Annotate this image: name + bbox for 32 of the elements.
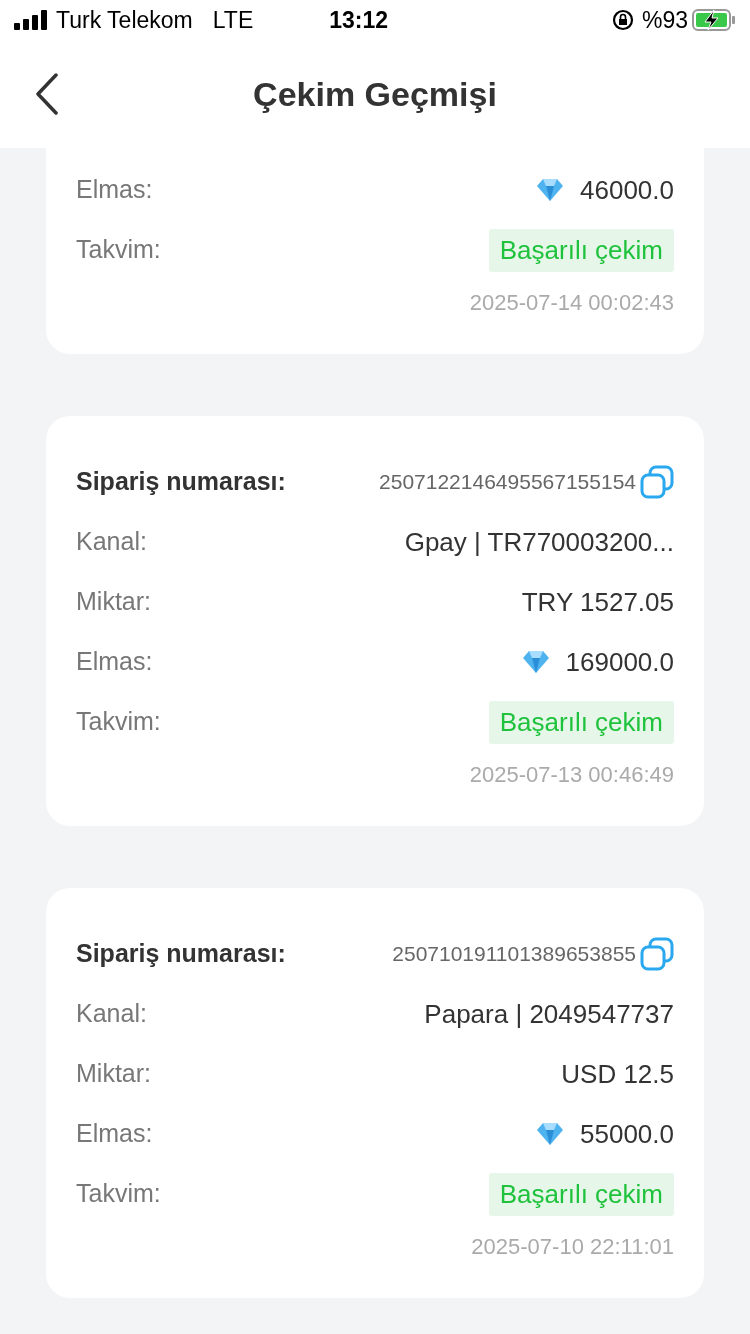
order-label: Sipariş numarası: xyxy=(76,938,286,970)
field-label: Elmas: xyxy=(76,1118,153,1150)
field-value: USD 12.5 xyxy=(561,1057,674,1091)
page-title: Çekim Geçmişi xyxy=(253,73,497,115)
field-value: 169000.0 xyxy=(565,645,674,679)
field-value: Gpay | TR770003200... xyxy=(404,525,674,559)
clock-time: 13:12 xyxy=(329,5,389,35)
order-number: 2507122146495567155154 xyxy=(379,469,636,496)
field-label: Takvim: xyxy=(76,706,161,738)
battery-percent: %93 xyxy=(641,5,688,35)
field-label: Miktar: xyxy=(76,586,151,618)
status-badge: Başarılı çekim xyxy=(488,228,674,272)
record-date: 2025-07-13 00:46:49 xyxy=(469,760,674,789)
field-label: Kanal: xyxy=(76,998,147,1030)
order-number: 250710191101389653855 xyxy=(392,941,636,968)
field-value: TRY 1527.05 xyxy=(521,585,674,619)
field-value: 55000.0 xyxy=(580,1117,674,1151)
record-date: 2025-07-10 22:11:01 xyxy=(471,1232,674,1261)
field-label: Takvim: xyxy=(76,1178,161,1210)
status-badge: Başarılı çekim xyxy=(488,700,674,744)
field-label: Elmas: xyxy=(76,646,153,678)
field-label: Takvim: xyxy=(76,234,161,266)
field-value: Papara | 2049547737 xyxy=(424,997,674,1031)
record-date: 2025-07-14 00:02:43 xyxy=(469,288,674,317)
field-label: Miktar: xyxy=(76,1058,151,1090)
order-label: Sipariş numarası: xyxy=(76,466,286,498)
field-value: 46000.0 xyxy=(580,173,674,207)
field-label: Elmas: xyxy=(76,174,153,206)
carrier-name: Turk Telekom xyxy=(56,5,193,35)
network-type: LTE xyxy=(212,5,254,35)
status-badge: Başarılı çekim xyxy=(488,1172,674,1216)
field-label: Kanal: xyxy=(76,526,147,558)
